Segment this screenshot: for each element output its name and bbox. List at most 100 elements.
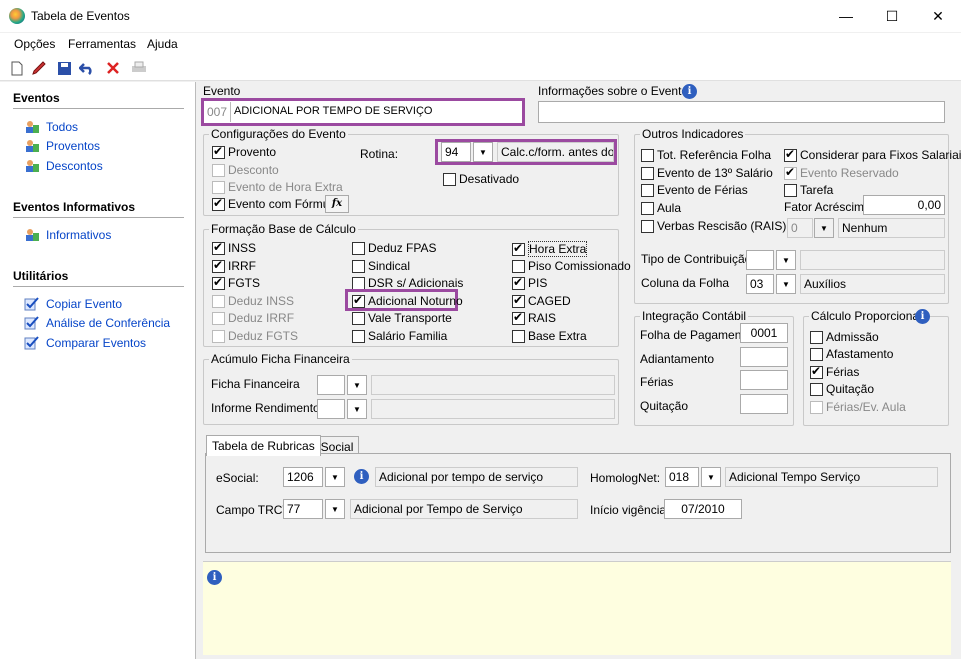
menu-ajuda[interactable]: Ajuda — [147, 37, 178, 51]
tot-ref-checkbox[interactable]: Tot. Referência Folha — [641, 148, 771, 162]
homolog-code[interactable]: 018 — [665, 467, 699, 487]
deduz-inss-checkbox[interactable]: Deduz INSS — [212, 294, 294, 308]
ferias-aula-checkbox[interactable]: Férias/Ev. Aula — [810, 400, 906, 414]
hora-extra-base-checkbox[interactable]: Hora Extra — [512, 241, 588, 257]
decimo-checkbox[interactable]: Evento de 13º Salário — [641, 166, 773, 180]
adicional-noturno-checkbox[interactable]: Adicional Noturno — [352, 293, 463, 308]
adiant-input[interactable] — [740, 347, 788, 367]
menu-opcoes[interactable]: Opções — [14, 37, 55, 51]
vigencia-input[interactable]: 07/2010 — [664, 499, 742, 519]
edit-icon[interactable] — [30, 59, 48, 77]
caged-checkbox[interactable]: CAGED — [512, 293, 571, 308]
rotina-desc: Calc.c/form. antes do calc — [497, 142, 614, 162]
print-icon[interactable] — [130, 59, 148, 77]
piso-comissionado-checkbox[interactable]: Piso Comissionado — [512, 259, 631, 273]
menu-ferramentas[interactable]: Ferramentas — [68, 37, 136, 51]
sidebar: Eventos Todos Proventos Descontos Evento… — [0, 82, 196, 659]
folha-input[interactable]: 0001 — [740, 323, 788, 343]
fgts-checkbox[interactable]: FGTS — [212, 275, 260, 290]
adiant-label: Adiantamento — [640, 352, 715, 366]
tipo-contrib-input[interactable] — [746, 250, 774, 270]
rotina-code[interactable]: 94 — [441, 142, 471, 162]
divider — [13, 286, 184, 287]
sidebar-item-todos[interactable]: Todos — [24, 120, 78, 134]
verbas-code[interactable]: 0 — [787, 218, 813, 238]
ficha-dropdown[interactable]: ▼ — [347, 375, 367, 395]
afastamento-checkbox[interactable]: Afastamento — [810, 347, 893, 361]
verbas-checkbox[interactable]: Verbas Rescisão (RAIS) — [641, 219, 786, 233]
ferias-prop-checkbox[interactable]: Férias — [810, 364, 859, 379]
info-evento-field[interactable] — [538, 101, 945, 123]
deduz-fpas-checkbox[interactable]: Deduz FPAS — [352, 241, 436, 255]
sindical-checkbox[interactable]: Sindical — [352, 259, 410, 273]
ferias-evento-checkbox[interactable]: Evento de Férias — [641, 183, 748, 197]
formula-checkbox[interactable]: Evento com Fórmula — [212, 196, 339, 211]
sidebar-item-copiar[interactable]: Copiar Evento — [24, 297, 122, 311]
fator-input[interactable]: 0,00 — [863, 195, 945, 215]
hora-extra-checkbox[interactable]: Evento de Hora Extra — [212, 180, 343, 194]
vale-transporte-checkbox[interactable]: Vale Transporte — [352, 311, 452, 325]
aula-checkbox[interactable]: Aula — [641, 201, 681, 215]
sidebar-item-proventos[interactable]: Proventos — [24, 139, 100, 153]
reservado-checkbox[interactable]: Evento Reservado — [784, 165, 899, 180]
rotina-dropdown[interactable]: ▼ — [473, 142, 493, 162]
trct-dropdown[interactable]: ▼ — [325, 499, 345, 519]
info-icon[interactable]: i — [915, 309, 930, 324]
fixos-checkbox[interactable]: Considerar para Fixos Salariais — [784, 147, 961, 162]
tab-tabela-rubricas[interactable]: Tabela de Rubricas — [206, 435, 321, 456]
info-icon[interactable]: i — [682, 84, 697, 99]
rotina-label: Rotina: — [360, 147, 399, 161]
trct-label: Campo TRCT: — [216, 503, 292, 517]
quitacao-integ-input[interactable] — [740, 394, 788, 414]
new-icon[interactable] — [8, 59, 26, 77]
ferias-integ-input[interactable] — [740, 370, 788, 390]
homolog-dropdown[interactable]: ▼ — [701, 467, 721, 487]
salario-familia-checkbox[interactable]: Salário Familia — [352, 329, 447, 343]
people-icon — [24, 159, 40, 173]
desconto-checkbox[interactable]: Desconto — [212, 163, 279, 177]
base-extra-checkbox[interactable]: Base Extra — [512, 329, 587, 343]
esocial-dropdown[interactable]: ▼ — [325, 467, 345, 487]
desativado-checkbox[interactable]: Desativado — [443, 172, 519, 186]
tipo-contrib-label: Tipo de Contribuição — [641, 252, 752, 266]
ficha-input[interactable] — [317, 375, 345, 395]
tipo-contrib-dropdown[interactable]: ▼ — [776, 250, 796, 270]
coluna-input[interactable]: 03 — [746, 274, 774, 294]
inss-checkbox[interactable]: INSS — [212, 240, 256, 255]
admissao-checkbox[interactable]: Admissão — [810, 330, 879, 344]
evento-label: Evento — [203, 84, 241, 98]
info-icon[interactable]: i — [354, 469, 369, 484]
close-button[interactable]: ✕ — [915, 0, 961, 32]
dsr-checkbox[interactable]: DSR s/ Adicionais — [352, 276, 463, 290]
window-title: Tabela de Eventos — [31, 9, 130, 23]
deduz-fgts-checkbox[interactable]: Deduz FGTS — [212, 329, 298, 343]
esocial-code[interactable]: 1206 — [283, 467, 323, 487]
informe-input[interactable] — [317, 399, 345, 419]
sidebar-item-informativos[interactable]: Informativos — [24, 228, 111, 242]
provento-checkbox[interactable]: Provento — [212, 144, 276, 159]
sidebar-item-comparar[interactable]: Comparar Eventos — [24, 336, 146, 350]
verbas-dropdown[interactable]: ▼ — [814, 218, 834, 238]
rais-checkbox[interactable]: RAIS — [512, 310, 556, 325]
ficha-desc — [371, 375, 615, 395]
tarefa-checkbox[interactable]: Tarefa — [784, 183, 833, 197]
coluna-desc: Auxílios — [800, 274, 945, 294]
maximize-button[interactable]: ☐ — [869, 0, 915, 32]
checklist-icon — [24, 297, 40, 311]
deduz-irrf-checkbox[interactable]: Deduz IRRF — [212, 311, 294, 325]
sidebar-item-analise[interactable]: Análise de Conferência — [24, 316, 170, 330]
sidebar-item-descontos[interactable]: Descontos — [24, 159, 103, 173]
trct-code[interactable]: 77 — [283, 499, 323, 519]
undo-icon[interactable] — [78, 59, 96, 77]
save-icon[interactable] — [55, 59, 73, 77]
informe-dropdown[interactable]: ▼ — [347, 399, 367, 419]
evento-field[interactable]: 007 ADICIONAL POR TEMPO DE SERVIÇO — [201, 98, 525, 126]
fator-label: Fator Acréscimo — [784, 200, 871, 214]
pis-checkbox[interactable]: PIS — [512, 275, 547, 290]
formula-button[interactable]: fx — [325, 195, 349, 213]
coluna-dropdown[interactable]: ▼ — [776, 274, 796, 294]
quitacao-prop-checkbox[interactable]: Quitação — [810, 382, 874, 396]
delete-icon[interactable] — [104, 59, 122, 77]
minimize-button[interactable]: — — [823, 0, 869, 32]
irrf-checkbox[interactable]: IRRF — [212, 258, 256, 273]
